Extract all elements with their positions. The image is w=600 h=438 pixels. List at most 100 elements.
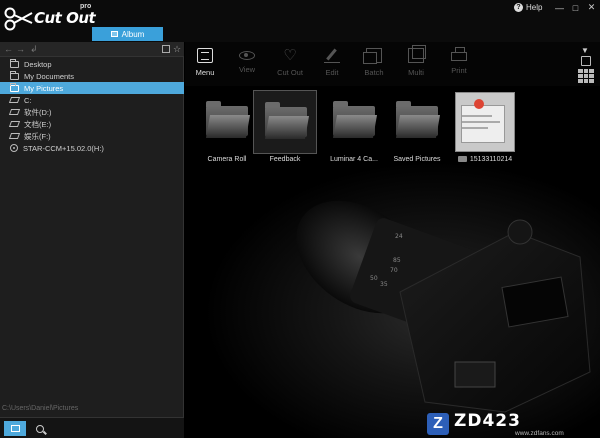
folder-icon <box>205 101 251 138</box>
sidebar-item-drive-h[interactable]: STAR-CCM+15.02.0(H:) <box>0 142 184 154</box>
sidebar-item-drive-d[interactable]: 软件(D:) <box>0 106 184 118</box>
menu-icon <box>197 48 213 63</box>
folder-icon <box>10 70 19 80</box>
tool-label: Multi <box>408 68 424 77</box>
watermark-text: ZD423 <box>454 411 521 431</box>
thumbnail-image-file[interactable]: 15133110214 <box>453 90 517 170</box>
thumbnail-frame <box>195 90 259 154</box>
folder-icon <box>332 101 378 138</box>
dropdown-arrow-icon[interactable]: ▼ <box>581 46 589 55</box>
pages-icon <box>408 45 426 63</box>
close-button[interactable]: ✕ <box>585 2 598 13</box>
folder-icon <box>395 101 441 138</box>
sidebar-item-drive-f[interactable]: 娱乐(F:) <box>0 130 184 142</box>
printer-icon <box>451 47 467 61</box>
sidebar-item-my-documents[interactable]: My Documents <box>0 70 184 82</box>
help-icon: ? <box>514 3 523 12</box>
thumbnail-caption: Saved Pictures <box>393 156 441 163</box>
tool-label: Cut Out <box>277 68 303 77</box>
tool-edit[interactable]: Edit <box>314 48 350 77</box>
current-path: C:\Users\Daniel\Pictures <box>2 405 79 412</box>
tool-multi[interactable]: Multi <box>398 45 434 77</box>
folder-icon <box>10 58 19 68</box>
new-folder-icon[interactable] <box>162 45 170 53</box>
tool-view[interactable]: View <box>229 48 265 74</box>
tool-label: Print <box>451 66 467 75</box>
up-level-icon[interactable]: ↲ <box>30 44 38 55</box>
thumbnail-caption-row: 15133110214 <box>447 156 523 163</box>
tool-menu[interactable]: Menu <box>187 48 223 77</box>
minimize-button[interactable]: — <box>553 2 566 13</box>
folder-tree: Desktop My Documents My Pictures C: 软件(D… <box>0 58 184 154</box>
svg-text:85: 85 <box>393 257 401 264</box>
drive-icon <box>8 97 21 103</box>
svg-text:24: 24 <box>395 233 403 240</box>
tool-cut-out[interactable]: ♡ Cut Out <box>272 48 308 77</box>
image-type-icon <box>457 156 467 163</box>
thumbnail-caption: Feedback <box>269 156 301 163</box>
thumbnail-saved-pictures[interactable]: Saved Pictures <box>385 90 449 170</box>
drive-icon <box>8 109 21 115</box>
forward-arrow-icon[interactable]: → <box>16 44 25 54</box>
sidebar-bottom-bar <box>0 417 184 438</box>
folder-icon <box>10 425 20 432</box>
folder-icon <box>264 102 310 139</box>
help-button[interactable]: ? Help <box>514 3 542 12</box>
disc-icon <box>10 144 18 152</box>
sidebar-item-label: My Pictures <box>24 83 64 93</box>
search-icon <box>35 424 44 433</box>
sidebar-item-label: 娱乐(F:) <box>24 131 51 141</box>
folder-icon <box>10 82 19 92</box>
folder-sidebar: ← → ↲ ☆ Desktop My Documents My Pictures… <box>0 42 184 438</box>
help-label: Help <box>526 3 543 12</box>
svg-text:50: 50 <box>370 275 378 282</box>
sidebar-item-label: Desktop <box>24 59 52 69</box>
sidebar-item-label: 文档(E:) <box>24 119 52 129</box>
sidebar-item-label: C: <box>24 95 32 105</box>
tool-label: View <box>238 65 256 74</box>
save-icon[interactable] <box>581 56 591 66</box>
sidebar-item-my-pictures[interactable]: My Pictures <box>0 82 184 94</box>
tool-label: Menu <box>195 68 215 77</box>
sidebar-item-label: 软件(D:) <box>24 107 52 117</box>
grid-view-icon[interactable] <box>578 69 594 83</box>
app-edition: pro <box>80 3 92 10</box>
thumbnail-luminar[interactable]: Luminar 4 Ca... <box>322 90 386 170</box>
sidebar-item-label: STAR-CCM+15.02.0(H:) <box>23 143 104 153</box>
search-button[interactable] <box>32 421 47 436</box>
tool-print[interactable]: Print <box>441 47 477 75</box>
tool-label: Batch <box>364 68 384 77</box>
album-view: 70 85 50 35 24 Menu View ♡ Cut Out Edit B… <box>185 42 600 438</box>
pencil-icon <box>324 48 340 63</box>
svg-text:35: 35 <box>380 281 388 288</box>
thumbnail-frame <box>322 90 386 154</box>
svg-text:70: 70 <box>390 267 398 274</box>
main-toolbar: Menu View ♡ Cut Out Edit Batch Multi Prin… <box>185 42 600 86</box>
drive-icon <box>8 133 21 139</box>
album-icon <box>110 31 118 37</box>
back-arrow-icon[interactable]: ← <box>4 44 13 54</box>
sidebar-item-desktop[interactable]: Desktop <box>0 58 184 70</box>
sidebar-item-drive-c[interactable]: C: <box>0 94 184 106</box>
maximize-button[interactable]: □ <box>569 2 582 13</box>
watermark: Z ZD423 www.zdfans.com <box>410 409 600 438</box>
tab-album[interactable]: Album <box>92 27 163 41</box>
thumbnail-caption: 15133110214 <box>469 156 513 163</box>
sidebar-item-drive-e[interactable]: 文档(E:) <box>0 118 184 130</box>
tab-album-label: Album <box>121 29 145 39</box>
thumbnail-frame <box>385 90 449 154</box>
thumbnail-feedback[interactable]: Feedback <box>253 90 317 170</box>
favorite-star-icon[interactable]: ☆ <box>173 44 181 55</box>
folder-view-button[interactable] <box>4 421 26 436</box>
thumbnail-frame <box>453 90 517 154</box>
image-preview <box>455 92 515 152</box>
watermark-logo-icon: Z <box>427 413 449 435</box>
tool-batch[interactable]: Batch <box>356 48 392 77</box>
thumbnail-frame <box>253 90 317 154</box>
sidebar-item-label: My Documents <box>24 71 75 81</box>
app-name: Cut Out <box>34 9 96 27</box>
sidebar-toolbar: ← → ↲ ☆ <box>0 42 184 57</box>
drive-icon <box>8 121 21 127</box>
eye-icon <box>239 51 255 60</box>
title-bar: Cut Out pro Album ? Help — □ ✕ <box>0 0 600 42</box>
